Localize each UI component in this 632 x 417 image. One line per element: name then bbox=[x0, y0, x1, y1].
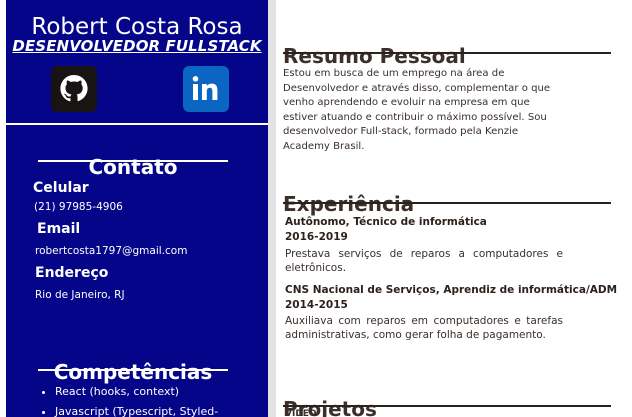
email-label: Email bbox=[37, 221, 81, 237]
github-icon bbox=[60, 75, 88, 102]
contact-heading: Contato bbox=[88, 154, 178, 179]
job-period: 2016-2019 bbox=[285, 231, 348, 243]
job-title: CNS Nacional de Serviços, Aprendiz de in… bbox=[285, 284, 618, 296]
skills-heading: Competências bbox=[53, 359, 213, 384]
projects-rule bbox=[283, 405, 611, 407]
resume-main: Resumo Pessoal Estou em busca de um empr… bbox=[276, 0, 632, 417]
skill-item: Javascript (Typescript, Styled- bbox=[55, 402, 265, 417]
project-cropped-text: VIDEO bbox=[285, 409, 317, 417]
resume-sidebar: Robert Costa Rosa DESENVOLVEDOR FULLSTAC… bbox=[6, 0, 268, 417]
address-label: Endereço bbox=[35, 265, 109, 281]
contact-heading-rule bbox=[38, 160, 228, 162]
job-description: Prestava serviços de reparos a computado… bbox=[285, 247, 563, 275]
sidebar-divider bbox=[6, 123, 268, 125]
experience-rule bbox=[283, 202, 611, 204]
candidate-role: DESENVOLVEDOR FULLSTACK bbox=[12, 37, 262, 55]
job-title: Autônomo, Técnico de informática bbox=[285, 216, 487, 228]
skills-list: React (hooks, context) Javascript (Types… bbox=[36, 382, 265, 417]
address-value: Rio de Janeiro, RJ bbox=[35, 289, 125, 301]
linkedin-link[interactable] bbox=[183, 66, 229, 112]
skills-heading-rule bbox=[38, 369, 228, 371]
resume-page: Robert Costa Rosa DESENVOLVEDOR FULLSTAC… bbox=[0, 0, 632, 417]
page-gutter bbox=[268, 0, 276, 417]
job-period: 2014-2015 bbox=[285, 299, 348, 311]
linkedin-icon bbox=[192, 76, 218, 100]
email-value: robertcosta1797@gmail.com bbox=[35, 245, 188, 257]
github-link[interactable] bbox=[51, 66, 97, 112]
phone-value: (21) 97985-4906 bbox=[34, 201, 123, 213]
summary-title: Resumo Pessoal bbox=[283, 43, 466, 68]
phone-label: Celular bbox=[33, 180, 89, 196]
job-description: Auxiliava com reparos em computadores e … bbox=[285, 314, 563, 342]
skill-item: React (hooks, context) bbox=[55, 382, 265, 402]
summary-text: Estou em busca de um emprego na área de … bbox=[283, 68, 551, 152]
summary-rule bbox=[283, 52, 611, 54]
